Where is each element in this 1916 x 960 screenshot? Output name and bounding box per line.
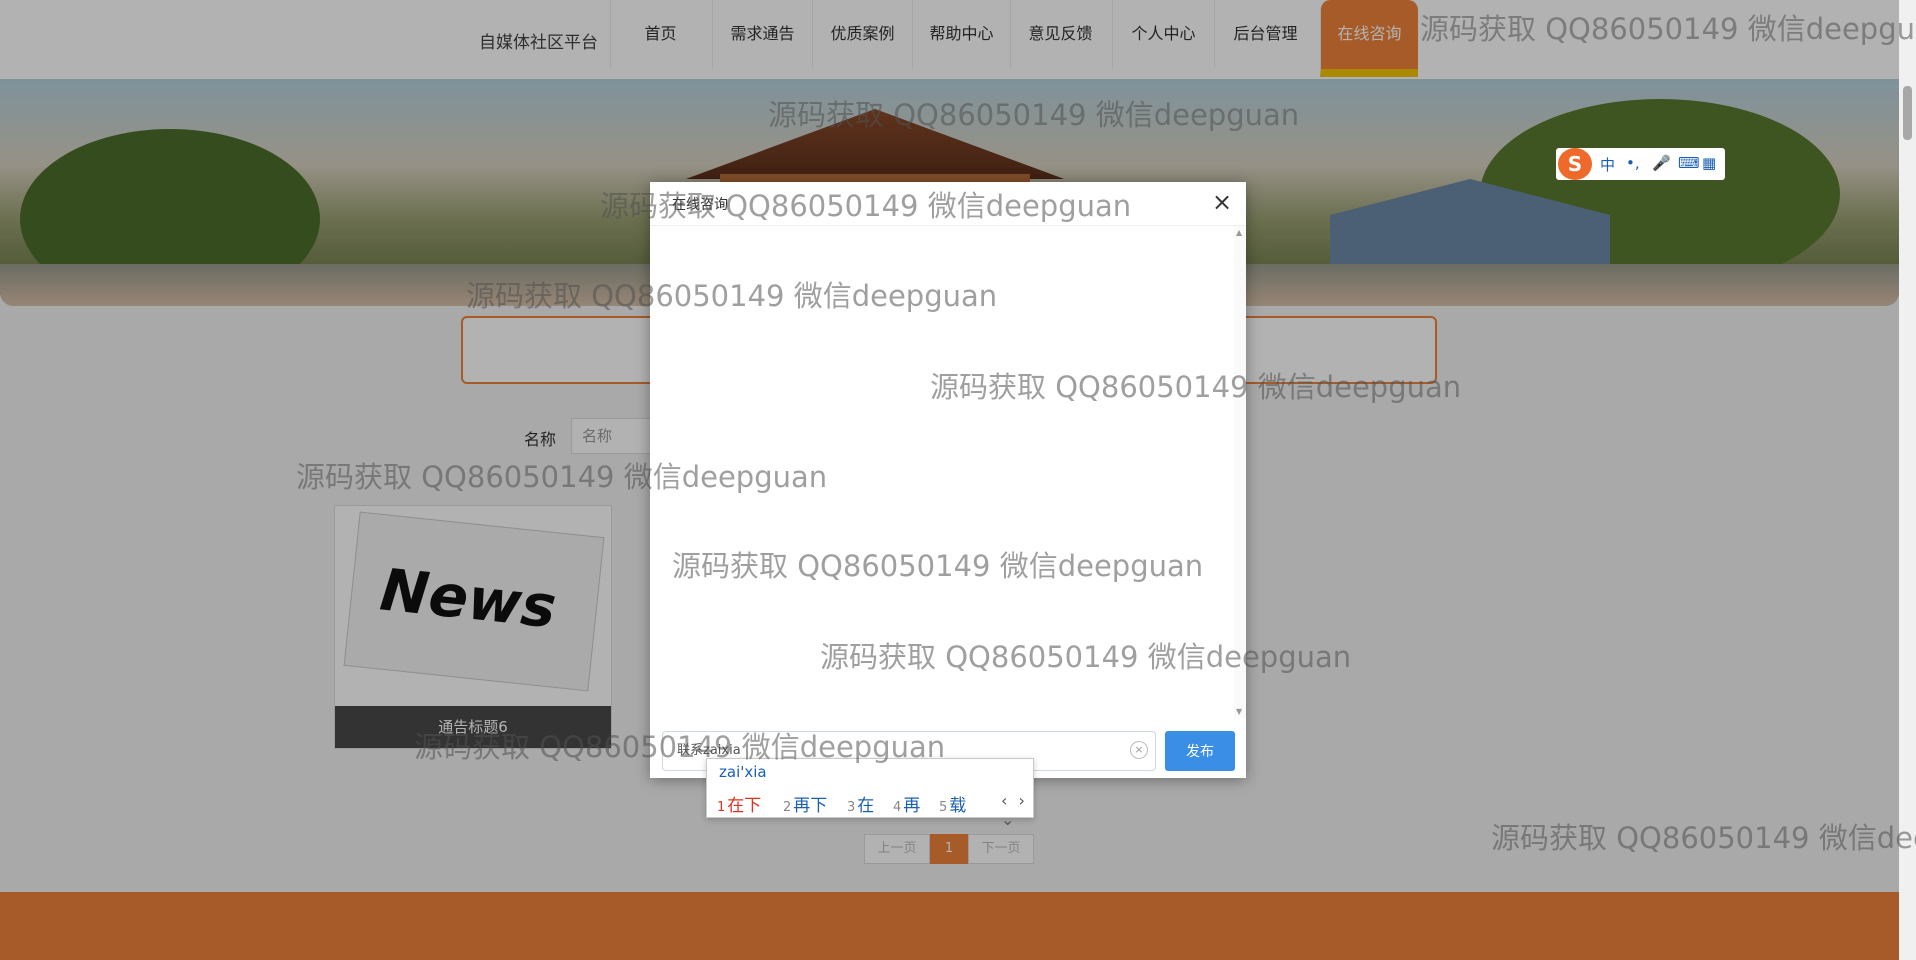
ime-candidate-window: zai'xia 1 在下 2 再下 3在 4再 5载 ‹ › ⌄ (706, 758, 1034, 829)
clear-input-icon[interactable]: × (1130, 741, 1148, 759)
candidate-text: 再下 (793, 796, 828, 816)
ime-candidate[interactable]: 1 在下 (717, 791, 761, 816)
ime-language-toggle[interactable]: 中 (1600, 154, 1615, 175)
ime-punctuation-icon[interactable]: •, (1626, 154, 1640, 172)
ime-candidate[interactable]: 3在 (847, 791, 874, 816)
page-scrollbar[interactable] (1899, 0, 1916, 960)
ime-candidate[interactable]: 4再 (893, 791, 920, 816)
dialog-title: 在线咨询 (672, 197, 728, 213)
candidate-number: 3 (847, 800, 856, 815)
candidate-text: 再 (903, 796, 921, 816)
ime-toolbar: S 中 •, 🎤 ⌨ ▦ (1556, 148, 1725, 180)
candidate-text: 在下 (727, 796, 762, 816)
grid-menu-icon[interactable]: ▦ (1702, 154, 1716, 172)
consult-dialog: 在线咨询 × ▲ ▼ 联系zaixia × 发布 (650, 182, 1246, 778)
keyboard-icon[interactable]: ⌨ (1678, 154, 1700, 172)
dialog-scrollbar[interactable]: ▲ ▼ (1234, 226, 1246, 718)
candidate-number: 4 (893, 800, 902, 815)
candidate-number: 5 (939, 800, 948, 815)
scroll-down-icon[interactable]: ▼ (1236, 707, 1242, 716)
ime-candidate[interactable]: 5载 (939, 791, 966, 816)
candidate-number: 1 (717, 800, 726, 815)
sogou-logo-icon[interactable]: S (1558, 148, 1592, 180)
ime-page-arrows[interactable]: ‹ › ⌄ (1001, 791, 1033, 829)
chat-history-area[interactable] (650, 226, 1234, 718)
ime-pinyin-composition: zai'xia (719, 763, 767, 781)
candidate-text: 在 (857, 796, 875, 816)
close-icon[interactable]: × (1210, 190, 1234, 214)
ime-candidate[interactable]: 2 再下 (783, 791, 827, 816)
publish-button[interactable]: 发布 (1165, 731, 1235, 771)
scroll-up-icon[interactable]: ▲ (1236, 228, 1242, 237)
scroll-thumb[interactable] (1903, 86, 1912, 140)
dialog-header: 在线咨询 × (650, 182, 1246, 226)
candidate-number: 2 (783, 800, 792, 815)
microphone-icon[interactable]: 🎤 (1652, 154, 1671, 172)
candidate-text: 载 (949, 796, 967, 816)
